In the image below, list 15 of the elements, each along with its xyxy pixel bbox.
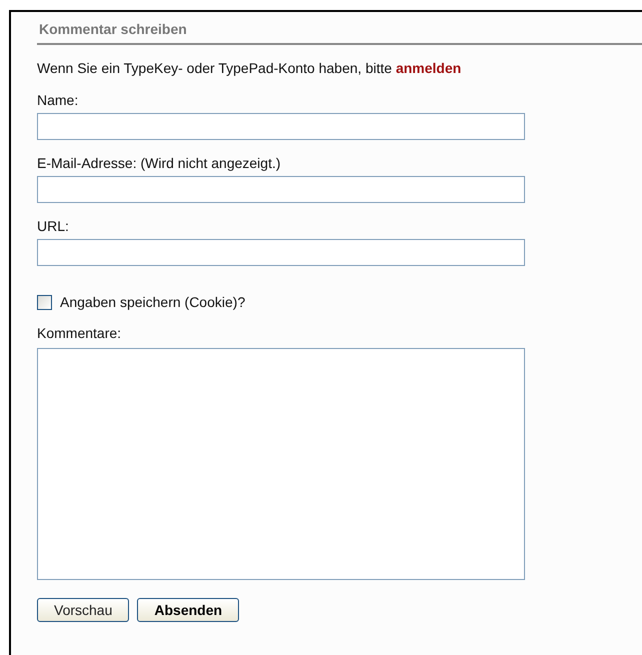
input-field[interactable]: [37, 176, 525, 203]
intro-text: Wenn Sie ein TypeKey- oder TypePad-Konto haben, bitte anmelden: [37, 59, 462, 77]
field-label: Kommentare:: [37, 324, 122, 342]
input-field[interactable]: [37, 113, 525, 140]
section-heading: Kommentar schreiben: [37, 21, 642, 45]
comment-field[interactable]: [37, 348, 525, 580]
submit-button[interactable]: Absenden: [137, 598, 240, 622]
field-label: URL:: [37, 217, 70, 235]
preview-button[interactable]: Vorschau: [37, 598, 130, 622]
login-link[interactable]: anmelden: [396, 60, 462, 76]
checkbox-label: Angaben speichern (Cookie)?: [60, 294, 246, 310]
input-field[interactable]: [37, 239, 525, 266]
checkbox[interactable]: [37, 294, 52, 310]
field-label: E-Mail-Adresse: (Wird nicht angezeigt.): [37, 154, 282, 172]
field-label: Name:: [37, 91, 80, 109]
